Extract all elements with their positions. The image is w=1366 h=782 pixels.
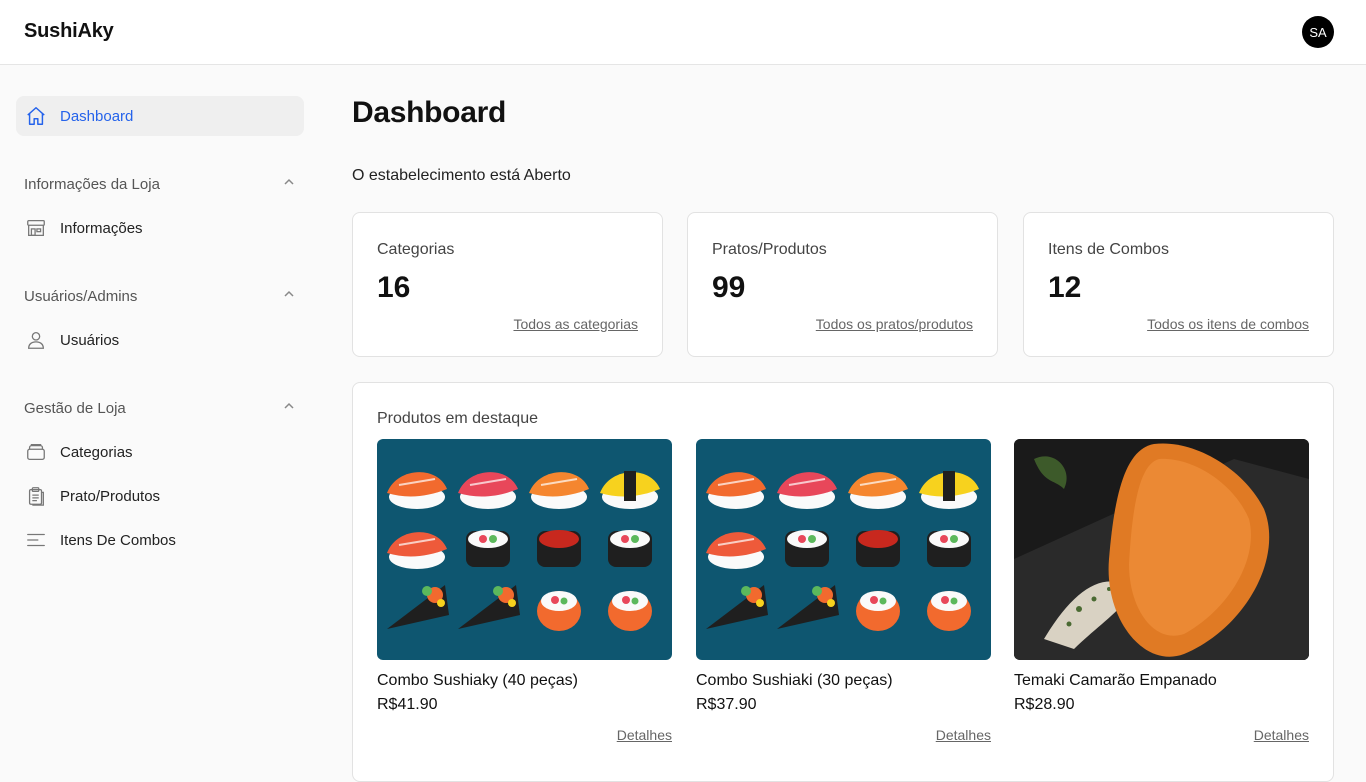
all-categories-link[interactable]: Todos as categorias — [513, 316, 638, 332]
chevron-up-icon — [282, 175, 296, 193]
product-name: Temaki Camarão Empanado — [1014, 672, 1217, 689]
sidebar-item-dashboard[interactable]: Dashboard — [16, 96, 304, 136]
stat-value: 12 — [1048, 271, 1082, 304]
page-title: Dashboard — [352, 96, 506, 129]
product-name: Combo Sushiaki (30 peças) — [696, 672, 893, 689]
sidebar-item-itens-combos[interactable]: Itens De Combos — [16, 520, 304, 560]
sidebar-item-label: Dashboard — [60, 107, 134, 125]
product-price: R$37.90 — [696, 696, 757, 713]
stat-card-itens-combos: Itens de Combos 12 Todos os itens de com… — [1023, 212, 1334, 357]
sidebar-item-label: Informações — [60, 219, 143, 237]
section-title: Gestão de Loja — [24, 399, 126, 417]
user-icon — [24, 328, 48, 352]
featured-title: Produtos em destaque — [377, 410, 538, 427]
product-price: R$28.90 — [1014, 696, 1075, 713]
section-title: Usuários/Admins — [24, 287, 138, 305]
product-price: R$41.90 — [377, 696, 438, 713]
product-card: Temaki Camarão Empanado R$28.90 Detalhes — [1014, 439, 1309, 743]
stat-card-categorias: Categorias 16 Todos as categorias — [352, 212, 663, 357]
stat-value: 16 — [377, 271, 411, 304]
product-image[interactable] — [696, 439, 991, 660]
stat-label: Categorias — [377, 241, 455, 258]
home-icon — [24, 104, 48, 128]
all-products-link[interactable]: Todos os pratos/produtos — [816, 316, 973, 332]
section-toggle-store-info[interactable]: Informações da Loja — [24, 172, 296, 196]
stat-label: Pratos/Produtos — [712, 241, 827, 258]
product-image[interactable] — [377, 439, 672, 660]
store-icon — [24, 216, 48, 240]
stack-icon — [24, 440, 48, 464]
chevron-up-icon — [282, 399, 296, 417]
store-status-text: O estabelecimento está Aberto — [352, 167, 571, 184]
sidebar-item-pratos-produtos[interactable]: Prato/Produtos — [16, 476, 304, 516]
all-combo-items-link[interactable]: Todos os itens de combos — [1147, 316, 1309, 332]
sidebar-item-usuarios[interactable]: Usuários — [16, 320, 304, 360]
stat-label: Itens de Combos — [1048, 241, 1169, 258]
sidebar-item-categorias[interactable]: Categorias — [16, 432, 304, 472]
stat-value: 99 — [712, 271, 746, 304]
details-link[interactable]: Detalhes — [617, 727, 672, 743]
featured-products-panel: Produtos em destaque Combo Sushiaky (40 … — [352, 382, 1334, 782]
product-card: Combo Sushiaky (40 peças) R$41.90 Detalh… — [377, 439, 672, 743]
section-toggle-users[interactable]: Usuários/Admins — [24, 284, 296, 308]
details-link[interactable]: Detalhes — [1254, 727, 1309, 743]
clipboard-icon — [24, 484, 48, 508]
sidebar-item-label: Usuários — [60, 331, 120, 349]
list-icon — [24, 528, 48, 552]
section-title: Informações da Loja — [24, 175, 160, 193]
details-link[interactable]: Detalhes — [936, 727, 991, 743]
sidebar-item-label: Itens De Combos — [60, 531, 176, 549]
stat-card-pratos-produtos: Pratos/Produtos 99 Todos os pratos/produ… — [687, 212, 998, 357]
sidebar-item-informacoes[interactable]: Informações — [16, 208, 304, 248]
avatar[interactable]: SA — [1302, 16, 1334, 48]
chevron-up-icon — [282, 287, 296, 305]
product-name: Combo Sushiaky (40 peças) — [377, 672, 578, 689]
sidebar-item-label: Prato/Produtos — [60, 487, 161, 505]
product-image[interactable] — [1014, 439, 1309, 660]
top-bar: SushiAky SA — [0, 0, 1366, 65]
brand-logo[interactable]: SushiAky — [24, 20, 114, 43]
product-card: Combo Sushiaki (30 peças) R$37.90 Detalh… — [696, 439, 991, 743]
section-toggle-store-management[interactable]: Gestão de Loja — [24, 396, 296, 420]
sidebar-item-label: Categorias — [60, 443, 133, 461]
